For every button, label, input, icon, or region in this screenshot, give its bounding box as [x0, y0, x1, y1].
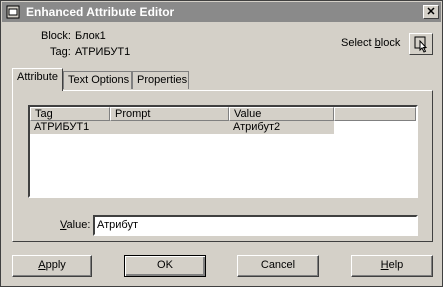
tab-attribute[interactable]: Attribute	[12, 68, 63, 91]
select-block-label: Select block	[341, 37, 401, 49]
row-tag: АТРИБУТ1	[34, 121, 90, 133]
row-value: Атрибут2	[233, 121, 281, 133]
dialog-window: Enhanced Attribute Editor ✕ Block: Блок1…	[0, 0, 443, 287]
title-bar[interactable]: Enhanced Attribute Editor ✕	[2, 2, 441, 22]
apply-button[interactable]: Apply	[12, 255, 92, 277]
attribute-list[interactable]: Tag Prompt Value АТРИБУТ1 Атрибут2	[28, 105, 418, 198]
column-header-prompt[interactable]: Prompt	[110, 107, 229, 121]
value-label: Value:	[60, 219, 91, 231]
column-header-tag[interactable]: Tag	[30, 107, 110, 121]
help-button[interactable]: Help	[351, 255, 433, 277]
block-value: Блок1	[75, 30, 106, 42]
column-header-filler	[334, 107, 416, 121]
close-button[interactable]: ✕	[423, 5, 439, 19]
tab-properties[interactable]: Properties	[132, 71, 189, 89]
cancel-button[interactable]: Cancel	[237, 255, 319, 277]
window-title: Enhanced Attribute Editor	[26, 5, 175, 19]
select-block-button[interactable]	[409, 33, 433, 55]
table-row[interactable]: АТРИБУТ1 Атрибут2	[30, 121, 334, 134]
tag-value: АТРИБУТ1	[75, 46, 131, 58]
app-icon	[6, 5, 20, 19]
tag-label: Tag:	[50, 46, 71, 58]
ok-button[interactable]: OK	[124, 255, 206, 277]
column-header-value[interactable]: Value	[229, 107, 334, 121]
tab-text-options[interactable]: Text Options	[63, 71, 132, 89]
value-input[interactable]: Атрибут	[93, 215, 418, 236]
block-label: Block:	[41, 30, 71, 42]
close-icon: ✕	[426, 6, 436, 18]
pick-arrow-icon	[414, 36, 428, 53]
attribute-panel: Tag Prompt Value АТРИБУТ1 Атрибут2 Value…	[12, 90, 433, 242]
